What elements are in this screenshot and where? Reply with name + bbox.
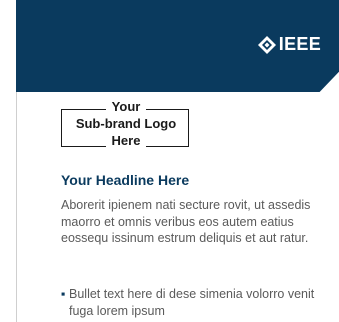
ieee-diamond-icon <box>257 35 276 54</box>
bullet-marker: ▪ <box>61 287 66 301</box>
bullet-list: ▪ Bullet text here di dese simenia volor… <box>61 286 321 319</box>
document-page: IEEE Your Sub-brand Logo Here Your Headl… <box>0 0 339 322</box>
body-paragraph: Aborerit ipienem nati secture rovit, ut … <box>61 198 311 245</box>
subbrand-logo-text: Your Sub-brand Logo Here <box>61 98 191 149</box>
header-band: IEEE <box>16 0 339 92</box>
subbrand-line-2: Sub-brand Logo <box>75 116 177 131</box>
subbrand-line-3: Here <box>105 132 147 149</box>
subbrand-logo-placeholder: Your Sub-brand Logo Here <box>61 98 191 149</box>
ieee-logo: IEEE <box>257 34 321 55</box>
list-item: ▪ Bullet text here di dese simenia volor… <box>61 286 321 319</box>
subbrand-line-1: Your <box>105 98 147 115</box>
left-rule <box>16 92 17 322</box>
bullet-text: Bullet text here di dese simenia volorro… <box>69 287 315 318</box>
ieee-wordmark: IEEE <box>278 34 321 54</box>
headline: Your Headline Here <box>61 172 190 188</box>
